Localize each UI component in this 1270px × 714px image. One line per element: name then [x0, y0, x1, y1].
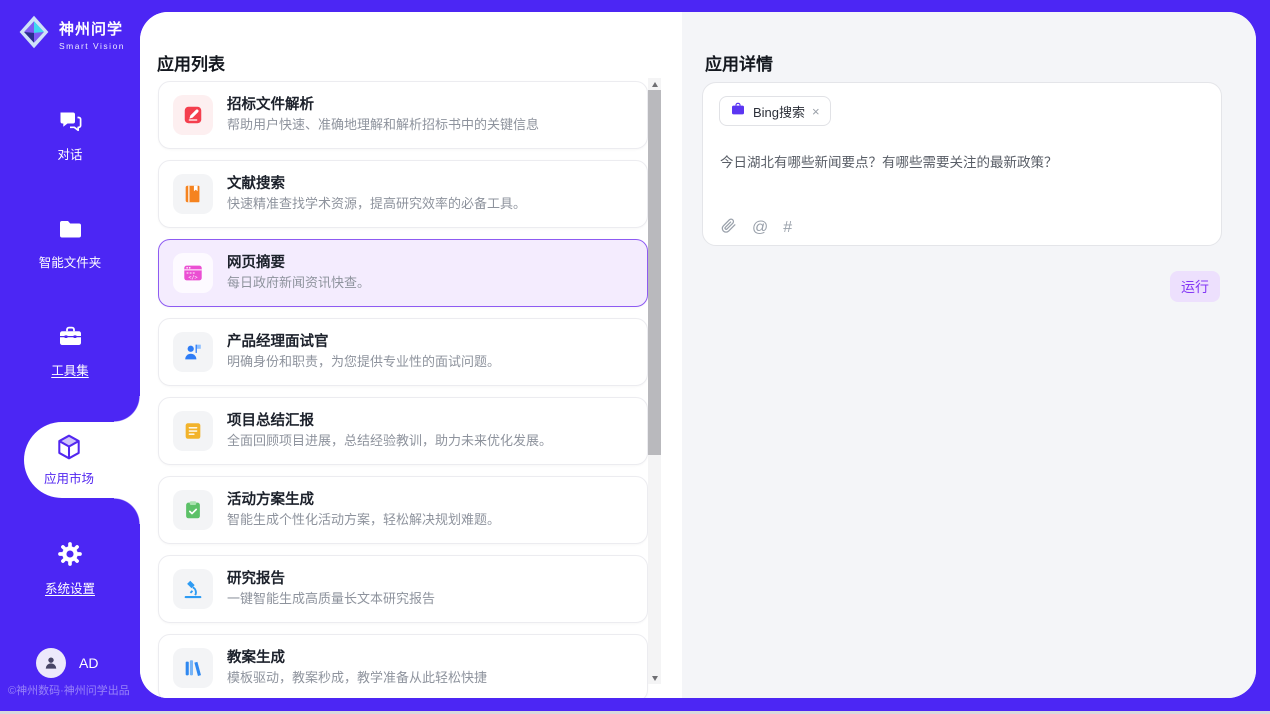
person-flag-icon: [173, 332, 213, 372]
user-name: AD: [79, 655, 98, 671]
sidebar: 神州问学 Smart Vision 对话 智能文件夹: [0, 0, 140, 714]
brand-logo: 神州问学 Smart Vision: [16, 12, 125, 57]
sidebar-item-app-market[interactable]: 应用市场: [24, 422, 140, 498]
app-title: 研究报告: [227, 570, 435, 590]
attachment-toolbar: @ #: [720, 217, 792, 239]
app-detail-title: 应用详情: [705, 50, 773, 75]
app-card-webpage-summary[interactable]: </> 网页摘要 每日政府新闻资讯快查。: [158, 239, 648, 307]
run-button[interactable]: 运行: [1170, 271, 1220, 302]
close-icon[interactable]: ×: [812, 105, 820, 118]
app-title: 活动方案生成: [227, 491, 500, 511]
app-list-pane: 应用列表 招标文件解析 帮助用户快速、准确地理解和解析招标书中的关键信息: [140, 12, 682, 698]
app-desc: 一键智能生成高质量长文本研究报告: [227, 590, 435, 608]
brand-subtitle: Smart Vision: [59, 41, 125, 51]
query-text-input[interactable]: 今日湖北有哪些新闻要点？有哪些需要关注的最新政策？: [720, 151, 1200, 171]
app-desc: 全面回顾项目进展，总结经验教训，助力未来优化发展。: [227, 432, 552, 450]
brand-diamond-icon: [16, 12, 52, 57]
app-title: 网页摘要: [227, 254, 370, 274]
app-title: 招标文件解析: [227, 96, 539, 116]
bid-document-edit-icon: [173, 95, 213, 135]
app-card-project-summary[interactable]: 项目总结汇报 全面回顾项目进展，总结经验教训，助力未来优化发展。: [158, 397, 648, 465]
app-card-lesson-plan[interactable]: 教案生成 模板驱动，教案秒成，教学准备从此轻松快捷: [158, 634, 648, 698]
sidebar-item-label: 应用市场: [44, 468, 94, 487]
app-window: 神州问学 Smart Vision 对话 智能文件夹: [0, 0, 1270, 714]
app-desc: 明确身份和职责，为您提供专业性的面试问题。: [227, 353, 500, 371]
folder-icon: [57, 229, 84, 246]
scroll-down-arrow-icon[interactable]: [648, 672, 661, 684]
main-panel: 应用列表 招标文件解析 帮助用户快速、准确地理解和解析招标书中的关键信息: [140, 12, 1256, 698]
book-icon: [173, 174, 213, 214]
user-profile[interactable]: AD: [36, 648, 98, 678]
paperclip-icon[interactable]: [720, 217, 737, 239]
copyright-footer: ©神州数码·神州问学出品: [8, 682, 130, 698]
app-card-pm-interviewer[interactable]: 产品经理面试官 明确身份和职责，为您提供专业性的面试问题。: [158, 318, 648, 386]
books-icon: [173, 648, 213, 688]
app-title: 文献搜索: [227, 175, 526, 195]
svg-text:</>: </>: [188, 275, 197, 281]
tool-tag-label: Bing搜索: [753, 102, 805, 121]
selected-tab-top-curve: [114, 396, 140, 422]
app-detail-pane: 应用详情 Bing搜索 × 今日湖北有哪些新闻要点？有哪些需要关注的最新政策？: [682, 12, 1256, 698]
app-card-bid-parse[interactable]: 招标文件解析 帮助用户快速、准确地理解和解析招标书中的关键信息: [158, 81, 648, 149]
scrollbar-thumb[interactable]: [648, 90, 661, 455]
app-card-literature-search[interactable]: 文献搜索 快速精准查找学术资源，提高研究效率的必备工具。: [158, 160, 648, 228]
avatar: [36, 648, 66, 678]
hash-icon[interactable]: #: [783, 220, 792, 236]
sidebar-item-label: 工具集: [0, 360, 140, 379]
cube-icon: [55, 433, 83, 466]
app-desc: 每日政府新闻资讯快查。: [227, 274, 370, 292]
gear-icon: [56, 555, 84, 572]
app-list: 招标文件解析 帮助用户快速、准确地理解和解析招标书中的关键信息 文献搜索: [158, 81, 648, 698]
tool-tag-bing-search[interactable]: Bing搜索 ×: [719, 96, 831, 126]
list-scrollbar[interactable]: [648, 78, 661, 684]
person-icon: [42, 654, 60, 672]
app-card-activity-plan[interactable]: 活动方案生成 智能生成个性化活动方案，轻松解决规划难题。: [158, 476, 648, 544]
app-title: 项目总结汇报: [227, 412, 552, 432]
brand-name: 神州问学: [59, 18, 125, 39]
note-icon: [173, 411, 213, 451]
sidebar-item-label: 系统设置: [0, 578, 140, 597]
clipboard-check-icon: [173, 490, 213, 530]
app-card-research-report[interactable]: 研究报告 一键智能生成高质量长文本研究报告: [158, 555, 648, 623]
briefcase-icon: [730, 101, 746, 122]
app-list-title: 应用列表: [157, 50, 225, 75]
sidebar-item-label: 智能文件夹: [0, 252, 140, 271]
scroll-up-arrow-icon[interactable]: [648, 78, 661, 90]
app-desc: 智能生成个性化活动方案，轻松解决规划难题。: [227, 511, 500, 529]
sidebar-item-chat[interactable]: 对话: [0, 108, 140, 163]
selected-tab-bottom-curve: [114, 498, 140, 524]
mention-at-icon[interactable]: @: [752, 220, 768, 236]
toolbox-icon: [57, 337, 84, 354]
sidebar-item-toolset[interactable]: 工具集: [0, 324, 140, 379]
app-title: 教案生成: [227, 649, 487, 669]
sidebar-item-settings[interactable]: 系统设置: [0, 540, 140, 597]
webpage-code-icon: </>: [173, 253, 213, 293]
sidebar-item-smart-folder[interactable]: 智能文件夹: [0, 216, 140, 271]
app-desc: 模板驱动，教案秒成，教学准备从此轻松快捷: [227, 669, 487, 687]
app-desc: 帮助用户快速、准确地理解和解析招标书中的关键信息: [227, 116, 539, 134]
chat-bubbles-icon: [57, 121, 84, 138]
sidebar-item-label: 对话: [0, 144, 140, 163]
app-title: 产品经理面试官: [227, 333, 500, 353]
prompt-card: Bing搜索 × 今日湖北有哪些新闻要点？有哪些需要关注的最新政策？ @ #: [702, 82, 1222, 246]
microscope-icon: [173, 569, 213, 609]
app-desc: 快速精准查找学术资源，提高研究效率的必备工具。: [227, 195, 526, 213]
